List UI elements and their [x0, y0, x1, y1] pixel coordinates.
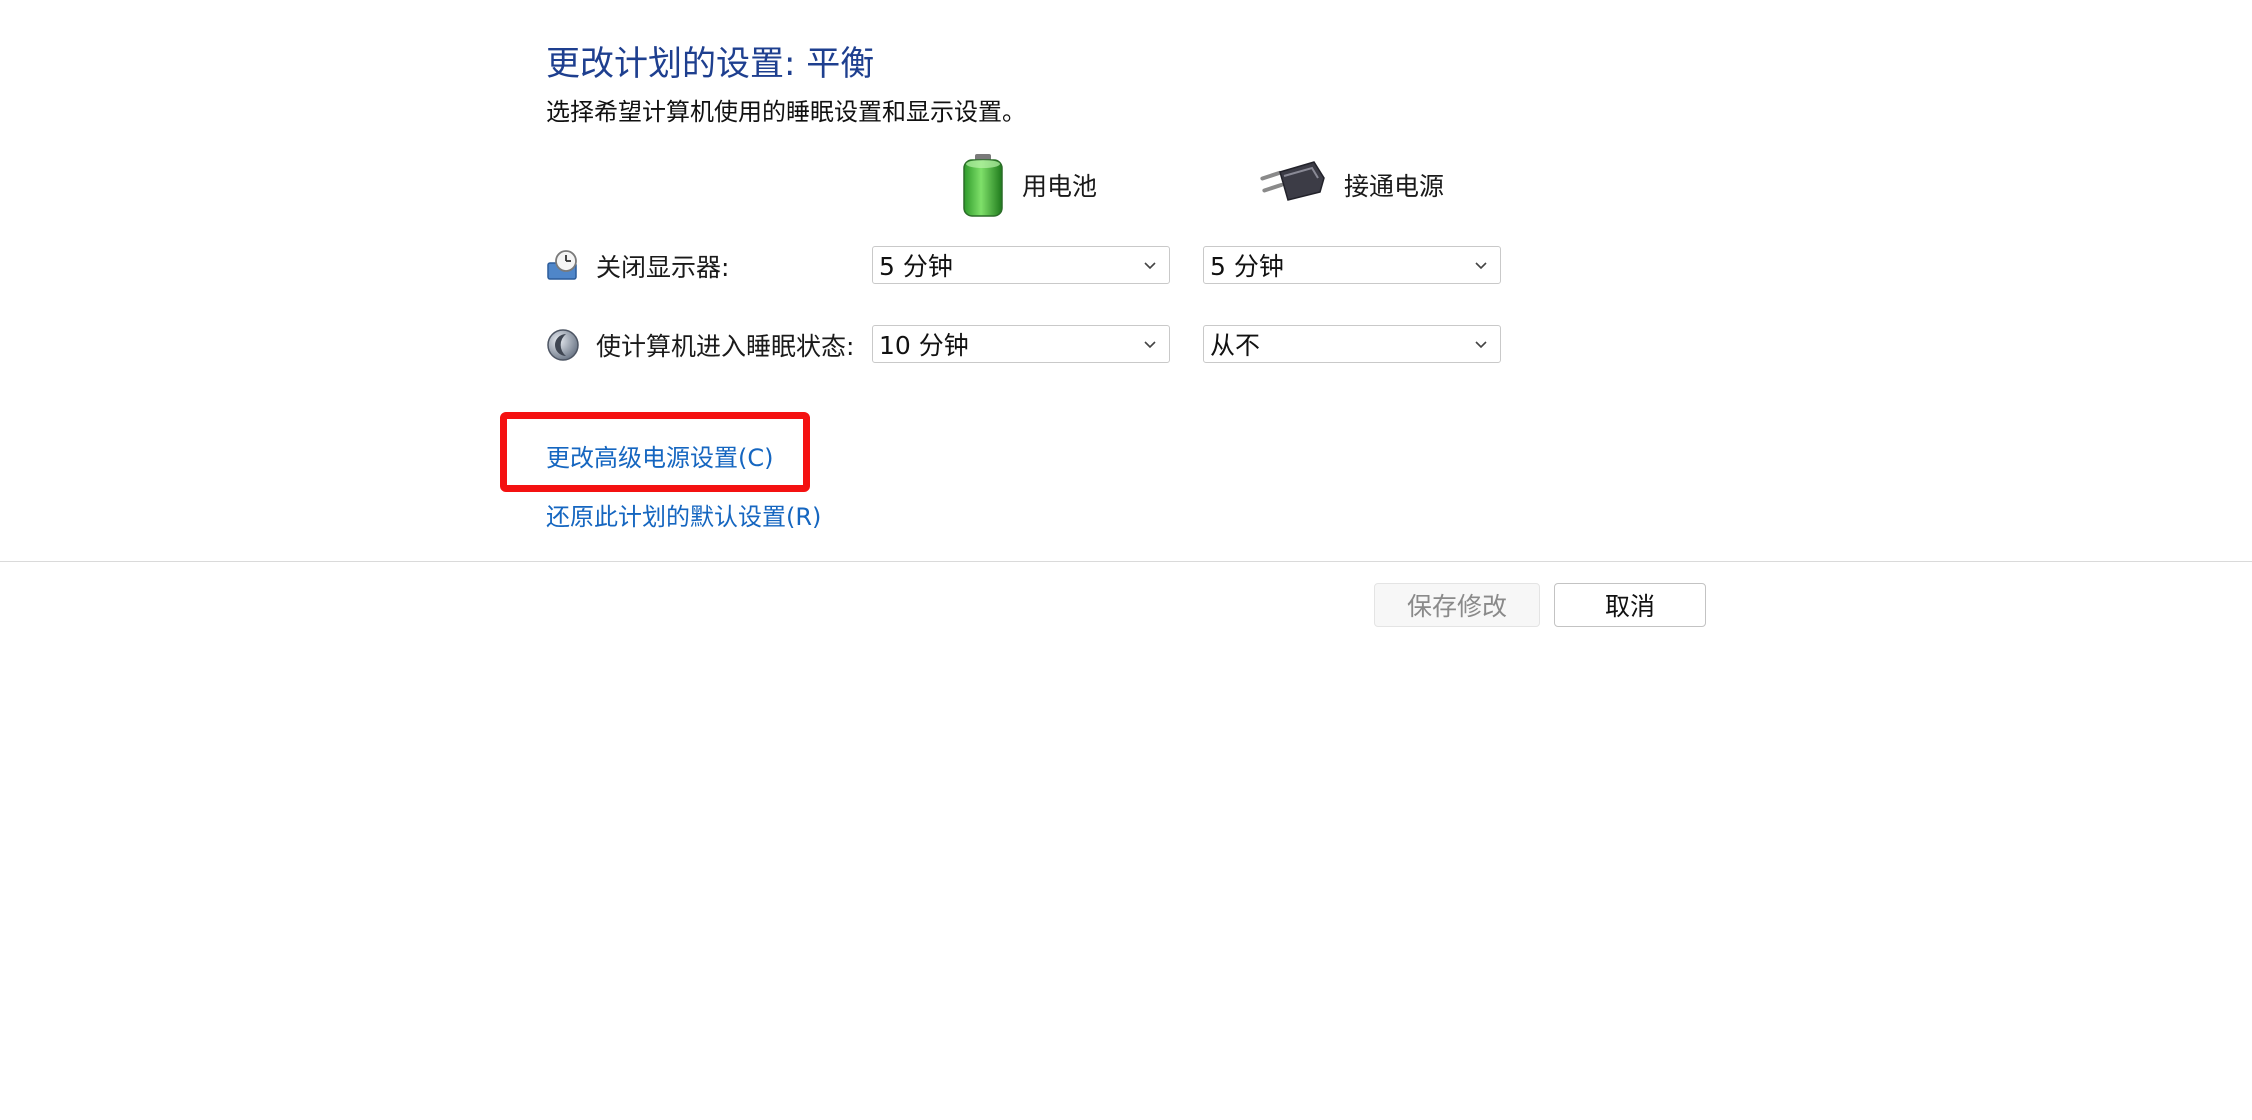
- chevron-down-icon: [1144, 262, 1156, 270]
- power-plug-icon: [1260, 161, 1325, 201]
- column-header-battery: 用电池: [958, 150, 1097, 220]
- column-label-plugged-in: 接通电源: [1344, 172, 1445, 201]
- select-value: 10 分钟: [879, 331, 969, 360]
- setting-label-sleep: 使计算机进入睡眠状态:: [546, 325, 854, 365]
- setting-label-text: 关闭显示器:: [596, 253, 730, 282]
- page-subtitle: 选择希望计算机使用的睡眠设置和显示设置。: [546, 98, 1026, 126]
- sleep-plugged-select[interactable]: 从不: [1203, 325, 1501, 363]
- setting-label-display-off: 关闭显示器:: [546, 246, 729, 286]
- select-value: 5 分钟: [879, 252, 953, 281]
- restore-defaults-link[interactable]: 还原此计划的默认设置(R): [546, 497, 821, 532]
- chevron-down-icon: [1144, 341, 1156, 349]
- sleep-moon-icon: [547, 329, 579, 361]
- sleep-battery-select[interactable]: 10 分钟: [872, 325, 1170, 363]
- battery-icon: [963, 154, 1003, 217]
- cancel-button[interactable]: 取消: [1554, 583, 1706, 627]
- highlight-box: [500, 412, 810, 492]
- column-label-battery: 用电池: [1022, 172, 1098, 201]
- select-value: 从不: [1210, 331, 1261, 360]
- display-off-plugged-select[interactable]: 5 分钟: [1203, 246, 1501, 284]
- chevron-down-icon: [1475, 341, 1487, 349]
- display-off-battery-select[interactable]: 5 分钟: [872, 246, 1170, 284]
- setting-label-text: 使计算机进入睡眠状态:: [596, 332, 855, 361]
- column-header-plugged-in: 接通电源: [1258, 150, 1444, 220]
- save-changes-button[interactable]: 保存修改: [1374, 583, 1540, 627]
- chevron-down-icon: [1475, 262, 1487, 270]
- page-title: 更改计划的设置: 平衡: [546, 44, 875, 84]
- select-value: 5 分钟: [1210, 252, 1284, 281]
- monitor-clock-icon: [547, 250, 577, 280]
- divider: [0, 561, 2252, 562]
